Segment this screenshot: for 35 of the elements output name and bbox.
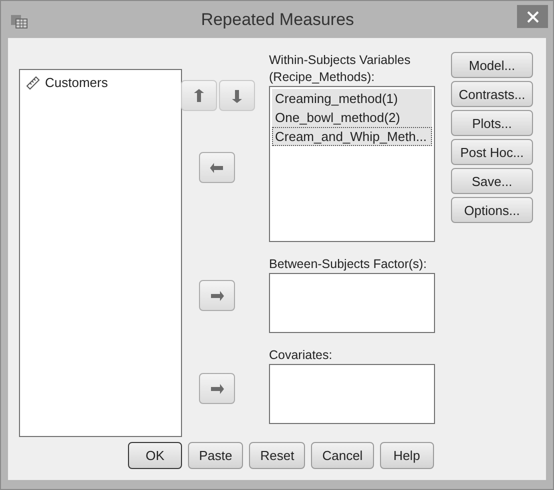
between-subjects-field[interactable] [269, 272, 435, 333]
right-arrow-icon [210, 288, 224, 302]
dialog-button[interactable]: Plots... [451, 110, 533, 136]
dialog-button[interactable]: Help [380, 442, 434, 469]
move-up-button[interactable] [181, 80, 217, 111]
factor-name-label: (Recipe_Methods): [269, 69, 376, 86]
close-icon [526, 10, 538, 22]
within-subjects-item[interactable]: Cream_and_Whip_Meth... [272, 127, 432, 146]
close-button[interactable] [517, 5, 548, 28]
dialog-button[interactable]: Model... [451, 52, 533, 78]
window-title: Repeated Measures [200, 10, 356, 30]
within-subjects-item[interactable]: Creaming_method(1) [272, 89, 432, 108]
move-down-button[interactable] [219, 80, 255, 111]
right-arrow-icon [210, 382, 224, 396]
down-arrow-icon [230, 88, 244, 102]
dialog-button[interactable]: OK [128, 442, 182, 469]
covariates-label: Covariates: [269, 347, 334, 364]
variable-item[interactable]: Customers [23, 73, 178, 92]
move-button[interactable] [199, 373, 235, 404]
within-subjects-label: Within-Subjects Variables [269, 52, 412, 69]
within-subjects-item[interactable]: One_bowl_method(2) [272, 108, 432, 127]
dialog-button[interactable]: Options... [451, 197, 533, 223]
ruler-icon [26, 76, 40, 90]
up-arrow-icon [192, 88, 206, 102]
dialog-button[interactable]: Reset [249, 442, 306, 469]
dialog-button[interactable]: Contrasts... [451, 81, 533, 107]
move-back-button[interactable] [199, 152, 235, 183]
dialog-button[interactable]: Save... [451, 168, 533, 194]
dialog-button[interactable]: Cancel [311, 442, 374, 469]
left-arrow-icon [210, 160, 224, 174]
dialog-button[interactable]: Paste [188, 442, 244, 469]
between-subjects-label: Between-Subjects Factor(s): [269, 256, 428, 273]
dialog-button[interactable]: Post Hoc... [451, 139, 533, 165]
move-button[interactable] [199, 280, 235, 311]
covariates-field[interactable] [269, 364, 435, 424]
